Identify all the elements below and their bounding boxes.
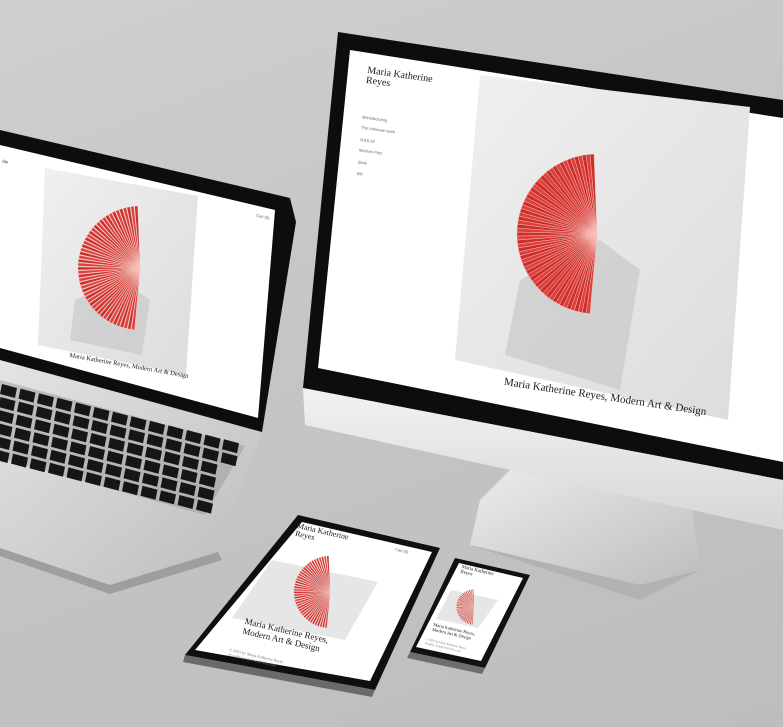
device-mockup-scene: Maria Katherine Reyes Manufacturing The … — [0, 0, 783, 727]
phone-fan-artwork — [456, 589, 475, 625]
